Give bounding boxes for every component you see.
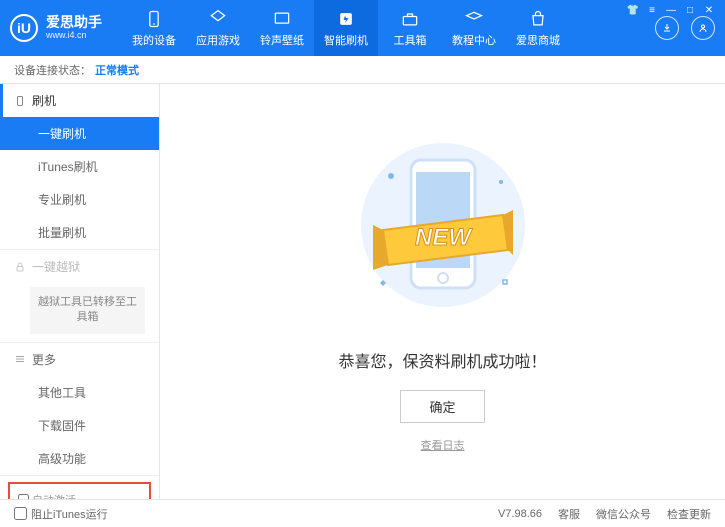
menu-button[interactable]: ≡: [644, 4, 660, 16]
sidebar: 刷机 一键刷机 iTunes刷机 专业刷机 批量刷机 一键越狱 越狱工具已转移至…: [0, 84, 160, 499]
nav-label: 爱思商城: [516, 32, 560, 48]
ok-button[interactable]: 确定: [400, 390, 484, 423]
sidebar-item-download-firmware[interactable]: 下载固件: [0, 409, 159, 442]
sidebar-item-advanced[interactable]: 高级功能: [0, 442, 159, 475]
logo-icon: iU: [10, 14, 38, 42]
nav-apps[interactable]: 应用游戏: [186, 0, 250, 56]
sidebar-item-other-tools[interactable]: 其他工具: [0, 376, 159, 409]
close-button[interactable]: ✕: [701, 4, 717, 16]
skin-button[interactable]: 👕: [625, 4, 641, 16]
nav-flash[interactable]: 智能刷机: [314, 0, 378, 56]
view-log-link[interactable]: 查看日志: [421, 437, 465, 453]
store-icon: [528, 9, 548, 29]
nav-store[interactable]: 爱思商城: [506, 0, 570, 56]
toolbox-icon: [400, 9, 420, 29]
lock-icon: [14, 261, 26, 273]
nav-label: 智能刷机: [324, 32, 368, 48]
nav-label: 我的设备: [132, 32, 176, 48]
footer-link-support[interactable]: 客服: [558, 506, 580, 522]
sidebar-group-jailbreak[interactable]: 一键越狱: [0, 250, 159, 283]
success-message: 恭喜您，保资料刷机成功啦！: [338, 348, 546, 372]
sidebar-item-itunes-flash[interactable]: iTunes刷机: [0, 150, 159, 183]
minimize-button[interactable]: —: [663, 4, 679, 16]
sidebar-header-label: 刷机: [32, 92, 56, 109]
device-icon: [144, 9, 164, 29]
content-area: NEW 恭喜您，保资料刷机成功啦！ 确定 查看日志: [160, 84, 725, 499]
top-nav: 我的设备 应用游戏 铃声壁纸 智能刷机 工具箱 教程中心 爱思商城: [122, 0, 651, 56]
download-button[interactable]: [655, 16, 679, 40]
apps-icon: [208, 9, 228, 29]
tutorial-icon: [464, 9, 484, 29]
wallpaper-icon: [272, 9, 292, 29]
flash-group-icon: [14, 95, 26, 107]
sidebar-options-box: 自动激活 跳过向导: [8, 482, 151, 499]
nav-ringtones[interactable]: 铃声壁纸: [250, 0, 314, 56]
title-bar: iU 爱思助手 www.i4.cn 我的设备 应用游戏 铃声壁纸 智能刷机 工具…: [0, 0, 725, 56]
nav-label: 铃声壁纸: [260, 32, 304, 48]
more-icon: [14, 353, 26, 365]
sidebar-jailbreak-note: 越狱工具已转移至工具箱: [30, 287, 145, 334]
status-label: 设备连接状态：: [14, 62, 91, 78]
checkbox-label: 自动激活: [32, 492, 76, 499]
sidebar-header-label: 一键越狱: [32, 258, 80, 275]
nav-my-device[interactable]: 我的设备: [122, 0, 186, 56]
new-badge-text: NEW: [415, 224, 473, 251]
success-illustration: NEW: [353, 130, 533, 330]
sidebar-item-pro-flash[interactable]: 专业刷机: [0, 183, 159, 216]
status-mode: 正常模式: [95, 62, 139, 78]
checkbox-label: 阻止iTunes运行: [31, 506, 108, 522]
sidebar-item-onekey-flash[interactable]: 一键刷机: [0, 117, 159, 150]
app-url: www.i4.cn: [46, 31, 102, 41]
footer-link-wechat[interactable]: 微信公众号: [596, 506, 651, 522]
footer: 阻止iTunes运行 V7.98.66 客服 微信公众号 检查更新: [0, 499, 725, 527]
sidebar-group-more[interactable]: 更多: [0, 343, 159, 376]
nav-label: 工具箱: [394, 32, 427, 48]
footer-link-update[interactable]: 检查更新: [667, 506, 711, 522]
nav-toolbox[interactable]: 工具箱: [378, 0, 442, 56]
nav-label: 应用游戏: [196, 32, 240, 48]
block-itunes-checkbox[interactable]: 阻止iTunes运行: [14, 506, 108, 522]
sidebar-header-label: 更多: [32, 351, 56, 368]
logo-area: iU 爱思助手 www.i4.cn: [10, 14, 112, 42]
app-title: 爱思助手: [46, 15, 102, 30]
sidebar-group-flash[interactable]: 刷机: [0, 84, 159, 117]
user-button[interactable]: [691, 16, 715, 40]
maximize-button[interactable]: □: [682, 4, 698, 16]
auto-activate-checkbox[interactable]: 自动激活: [18, 492, 76, 499]
version-label: V7.98.66: [498, 508, 542, 520]
nav-label: 教程中心: [452, 32, 496, 48]
nav-tutorials[interactable]: 教程中心: [442, 0, 506, 56]
flash-icon: [336, 9, 356, 29]
sidebar-item-batch-flash[interactable]: 批量刷机: [0, 216, 159, 249]
status-bar: 设备连接状态： 正常模式: [0, 56, 725, 84]
